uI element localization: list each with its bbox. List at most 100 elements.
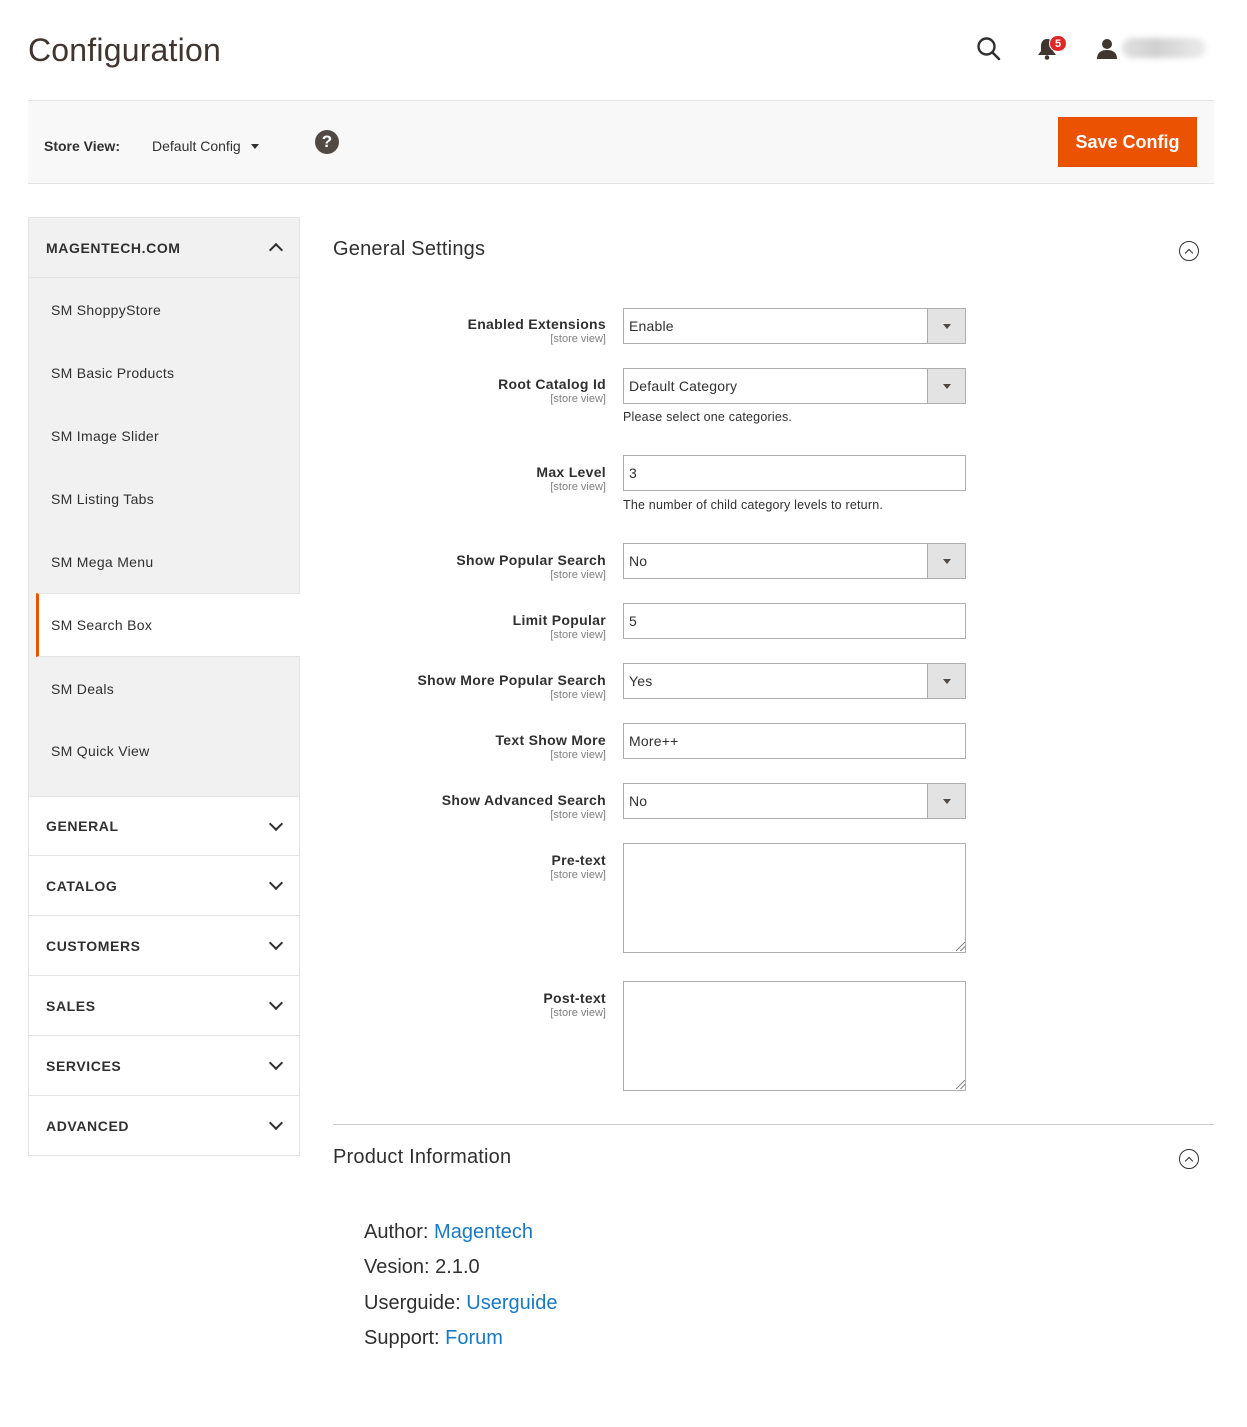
field-label: Show Popular Search — [456, 552, 606, 568]
info-support: Support: Forum — [364, 1327, 503, 1350]
select-value: No — [629, 793, 648, 809]
chevron-down-icon — [268, 1055, 284, 1071]
sidebar-section-sales[interactable]: SALES — [28, 976, 300, 1036]
resize-grip-icon[interactable] — [956, 1080, 965, 1089]
search-icon[interactable] — [974, 34, 1004, 64]
sidebar-item-sm-image-slider[interactable]: SM Image Slider — [29, 404, 299, 467]
scope-label: [store view] — [550, 393, 606, 405]
chevron-down-icon — [268, 1115, 284, 1131]
field-label: Show More Popular Search — [417, 672, 606, 688]
info-label: Support: — [364, 1327, 440, 1349]
collapse-icon[interactable] — [1179, 241, 1199, 261]
general-settings-title[interactable]: General Settings — [333, 238, 485, 261]
sidebar-section-title: MAGENTECH.COM — [46, 239, 181, 256]
field-label-block: Show Popular Search [store view] — [456, 552, 606, 581]
root-catalog-id-select[interactable]: Default Category — [623, 368, 966, 404]
chevron-up-icon — [268, 242, 284, 258]
chevron-down-icon — [268, 995, 284, 1011]
sidebar-section-magentech[interactable]: MAGENTECH.COM — [28, 217, 300, 278]
author-link[interactable]: Magentech — [434, 1221, 533, 1243]
page-title: Configuration — [28, 32, 221, 68]
sidebar-item-sm-listing-tabs[interactable]: SM Listing Tabs — [29, 467, 299, 530]
scope-label: [store view] — [550, 749, 606, 761]
field-label-block: Text Show More [store view] — [495, 732, 606, 761]
select-value: Default Category — [629, 378, 738, 394]
field-label-block: Enabled Extensions [store view] — [468, 316, 606, 345]
field-label: Post-text — [543, 990, 606, 1006]
version-value: 2.1.0 — [435, 1256, 480, 1278]
dropdown-arrow-icon[interactable] — [927, 784, 965, 818]
store-view-label: Store View: — [44, 138, 120, 154]
text-show-more-input[interactable]: More++ — [623, 723, 966, 759]
scope-label: [store view] — [550, 569, 606, 581]
limit-popular-input[interactable]: 5 — [623, 603, 966, 639]
show-more-popular-search-select[interactable]: Yes — [623, 663, 966, 699]
field-label: Pre-text — [551, 852, 606, 868]
sidebar-section-general[interactable]: GENERAL — [28, 796, 300, 856]
field-label-block: Limit Popular [store view] — [513, 612, 606, 641]
account-name-blurred[interactable] — [1122, 38, 1206, 58]
sidebar-section-catalog[interactable]: CATALOG — [28, 856, 300, 916]
sidebar-item-sm-quick-view[interactable]: SM Quick View — [29, 720, 299, 796]
forum-link[interactable]: Forum — [445, 1327, 503, 1349]
show-advanced-search-select[interactable]: No — [623, 783, 966, 819]
scope-label: [store view] — [550, 809, 606, 821]
field-label: Text Show More — [495, 732, 606, 748]
field-label: Max Level — [536, 464, 606, 480]
notification-badge[interactable]: 5 — [1049, 35, 1067, 52]
dropdown-arrow-icon[interactable] — [927, 544, 965, 578]
userguide-link[interactable]: Userguide — [466, 1292, 557, 1314]
dropdown-arrow-icon[interactable] — [927, 309, 965, 343]
scope-label: [store view] — [550, 481, 606, 493]
field-label-block: Post-text [store view] — [543, 990, 606, 1019]
post-text-textarea[interactable] — [623, 981, 966, 1091]
sidebar-section-title: SALES — [46, 997, 96, 1014]
field-label-block: Max Level [store view] — [536, 464, 606, 493]
store-view-switcher[interactable]: Default Config — [152, 138, 259, 154]
sidebar-item-sm-basic-products[interactable]: SM Basic Products — [29, 341, 299, 404]
field-label-block: Pre-text [store view] — [550, 852, 606, 881]
sidebar-section-services[interactable]: SERVICES — [28, 1036, 300, 1096]
sidebar-item-sm-mega-menu[interactable]: SM Mega Menu — [29, 530, 299, 593]
caret-down-icon — [250, 143, 259, 149]
sidebar-section-advanced[interactable]: ADVANCED — [28, 1096, 300, 1156]
select-value: No — [629, 553, 648, 569]
section-divider — [333, 1124, 1214, 1125]
save-config-button[interactable]: Save Config — [1058, 117, 1197, 167]
user-icon[interactable] — [1092, 34, 1122, 64]
sidebar-item-sm-search-box[interactable]: SM Search Box — [36, 593, 300, 657]
field-note: Please select one categories. — [623, 410, 793, 424]
config-sidebar: MAGENTECH.COM SM ShoppyStore SM Basic Pr… — [28, 217, 300, 1156]
scope-label: [store view] — [550, 333, 606, 345]
pre-text-textarea[interactable] — [623, 843, 966, 953]
store-view-value: Default Config — [152, 138, 241, 154]
field-label-block: Show Advanced Search [store view] — [442, 792, 606, 821]
scope-label: [store view] — [550, 689, 606, 701]
info-version: Vesion: 2.1.0 — [364, 1256, 480, 1279]
sidebar-section-title: GENERAL — [46, 818, 119, 834]
sidebar-section-title: CUSTOMERS — [46, 937, 141, 954]
dropdown-arrow-icon[interactable] — [927, 664, 965, 698]
info-userguide: Userguide: Userguide — [364, 1292, 557, 1315]
sidebar-sub-list: SM ShoppyStore SM Basic Products SM Imag… — [28, 278, 300, 796]
sidebar-item-sm-deals[interactable]: SM Deals — [29, 657, 299, 720]
sidebar-item-sm-shoppystore[interactable]: SM ShoppyStore — [29, 278, 299, 341]
enabled-extensions-select[interactable]: Enable — [623, 308, 966, 344]
sidebar-section-customers[interactable]: CUSTOMERS — [28, 916, 300, 976]
max-level-input[interactable]: 3 — [623, 455, 966, 491]
resize-grip-icon[interactable] — [956, 942, 965, 951]
show-popular-search-select[interactable]: No — [623, 543, 966, 579]
chevron-down-icon — [268, 816, 284, 831]
collapse-icon[interactable] — [1179, 1149, 1199, 1169]
sidebar-section-title: ADVANCED — [46, 1117, 130, 1134]
scope-label: [store view] — [550, 629, 606, 641]
info-label: Vesion: — [364, 1256, 430, 1278]
scope-label: [store view] — [550, 1007, 606, 1019]
field-label-block: Show More Popular Search [store view] — [418, 672, 606, 701]
field-label-block: Root Catalog Id [store view] — [498, 376, 606, 405]
dropdown-arrow-icon[interactable] — [927, 369, 965, 403]
product-information-title[interactable]: Product Information — [333, 1146, 511, 1169]
select-value: Enable — [629, 318, 674, 334]
scope-label: [store view] — [550, 869, 606, 881]
help-icon[interactable]: ? — [315, 130, 339, 154]
